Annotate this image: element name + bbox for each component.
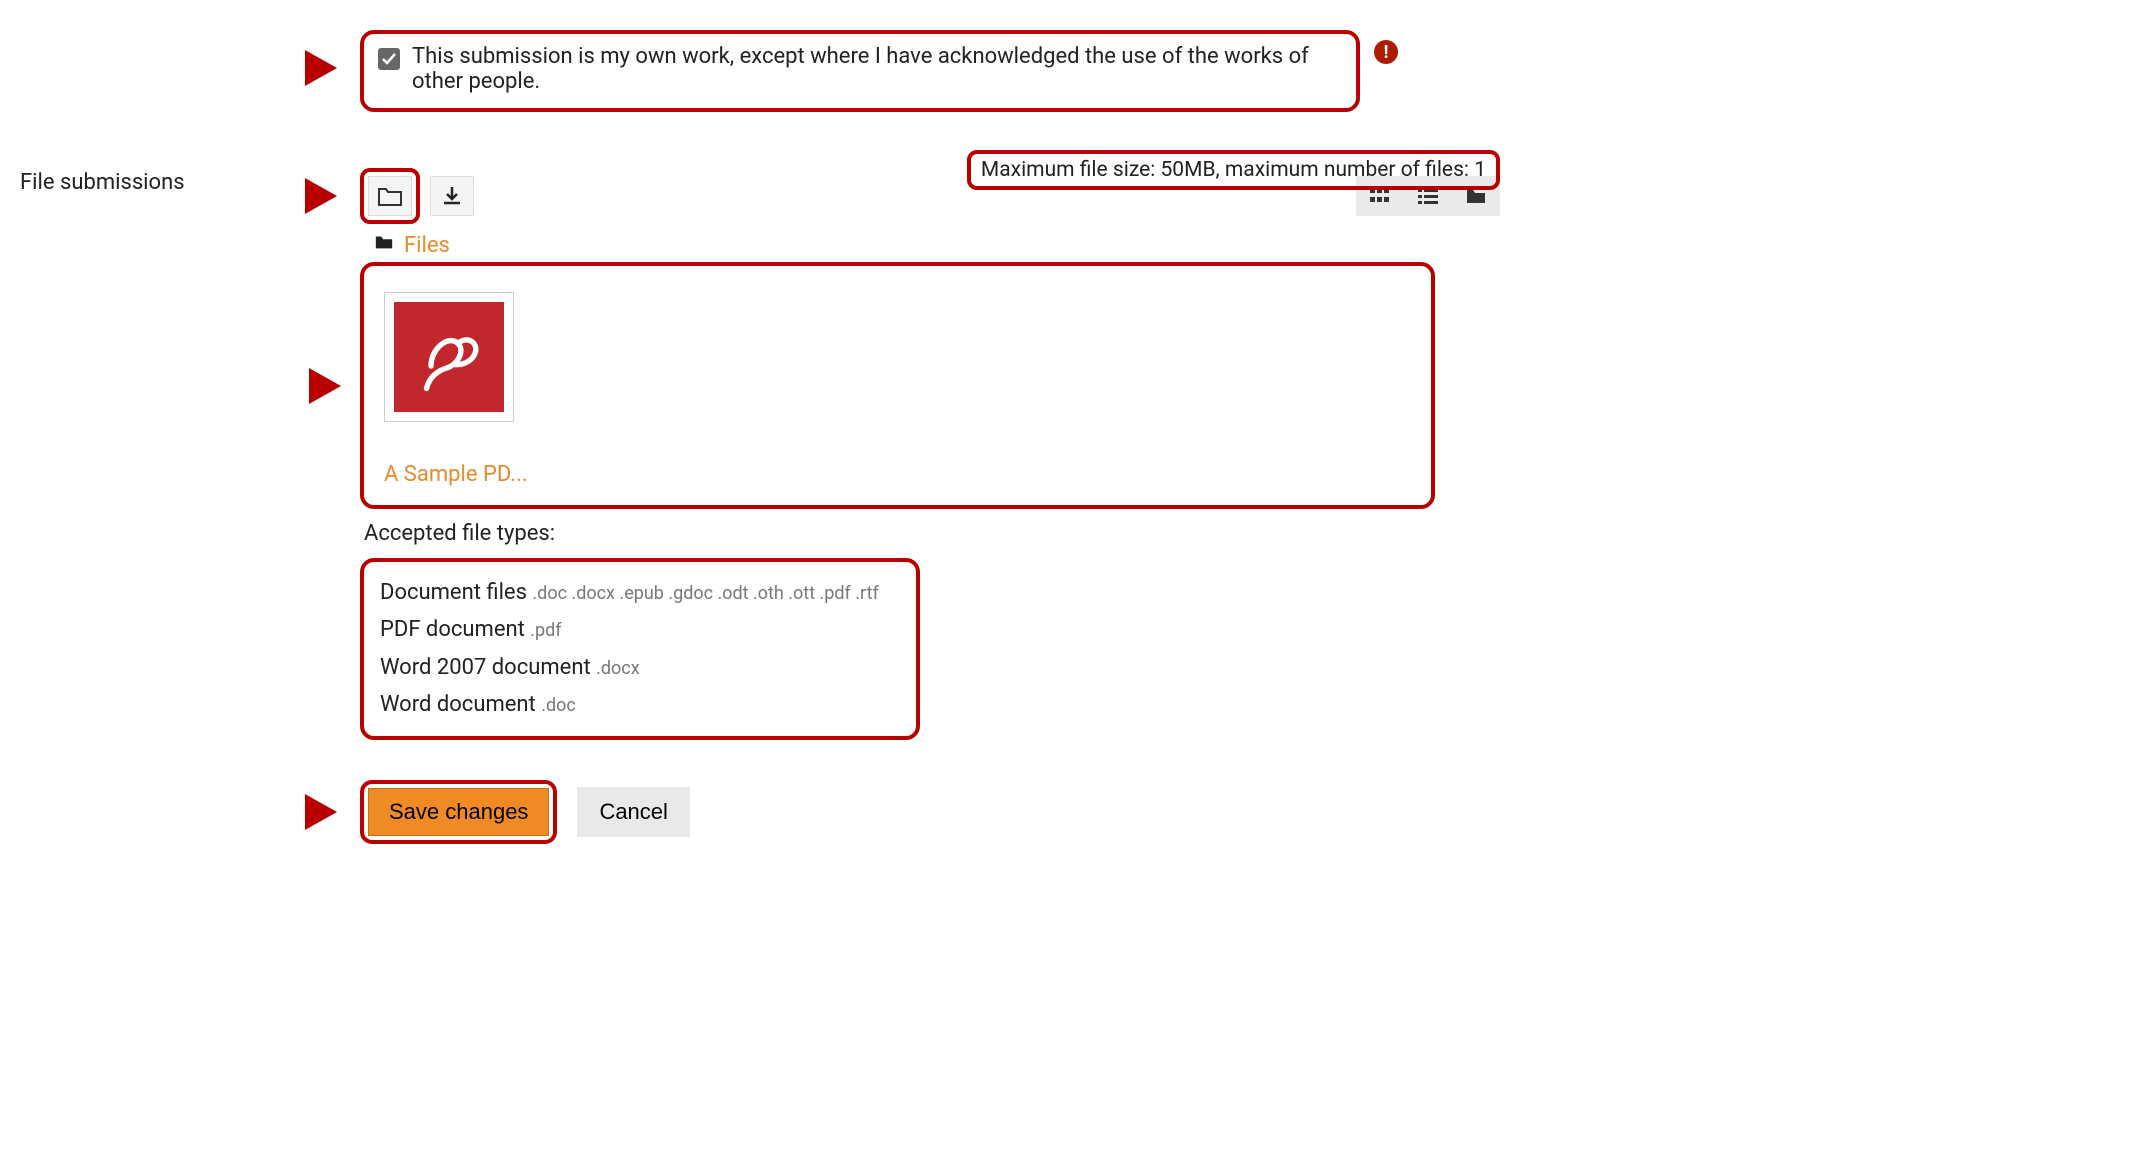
type-row: PDF document .pdf bbox=[380, 611, 900, 648]
save-button-highlight: Save changes bbox=[360, 780, 557, 844]
pdf-icon bbox=[394, 302, 504, 412]
save-changes-button[interactable]: Save changes bbox=[368, 788, 549, 836]
file-name[interactable]: A Sample PD... bbox=[384, 462, 1411, 487]
declaration-text: This submission is my own work, except w… bbox=[412, 44, 1338, 94]
declaration-box: This submission is my own work, except w… bbox=[360, 30, 1360, 112]
annotation-arrow bbox=[305, 50, 337, 86]
folder-icon bbox=[377, 185, 403, 207]
folder-mini-icon bbox=[374, 232, 394, 258]
annotation-arrow bbox=[305, 178, 337, 214]
download-icon bbox=[441, 185, 463, 207]
breadcrumb-files[interactable]: Files bbox=[404, 233, 450, 258]
file-limits: Maximum file size: 50MB, maximum number … bbox=[967, 150, 1500, 190]
declaration-checkbox[interactable] bbox=[378, 48, 400, 70]
file-drop-area[interactable]: A Sample PD... bbox=[360, 262, 1435, 509]
file-thumb[interactable] bbox=[384, 292, 514, 422]
add-file-button[interactable] bbox=[368, 176, 412, 216]
annotation-arrow bbox=[305, 794, 337, 830]
add-file-button-highlight bbox=[360, 168, 420, 224]
cancel-button[interactable]: Cancel bbox=[577, 787, 689, 837]
file-submissions-label: File submissions bbox=[20, 170, 320, 195]
type-row: Word 2007 document .docx bbox=[380, 649, 900, 686]
type-row: Word document .doc bbox=[380, 686, 900, 723]
accepted-types-label: Accepted file types: bbox=[364, 521, 1500, 546]
annotation-arrow bbox=[309, 368, 341, 404]
required-icon: ! bbox=[1374, 40, 1398, 64]
type-row: Document files .doc .docx .epub .gdoc .o… bbox=[380, 574, 900, 611]
accepted-types-box: Document files .doc .docx .epub .gdoc .o… bbox=[360, 558, 920, 740]
download-button[interactable] bbox=[430, 176, 474, 216]
